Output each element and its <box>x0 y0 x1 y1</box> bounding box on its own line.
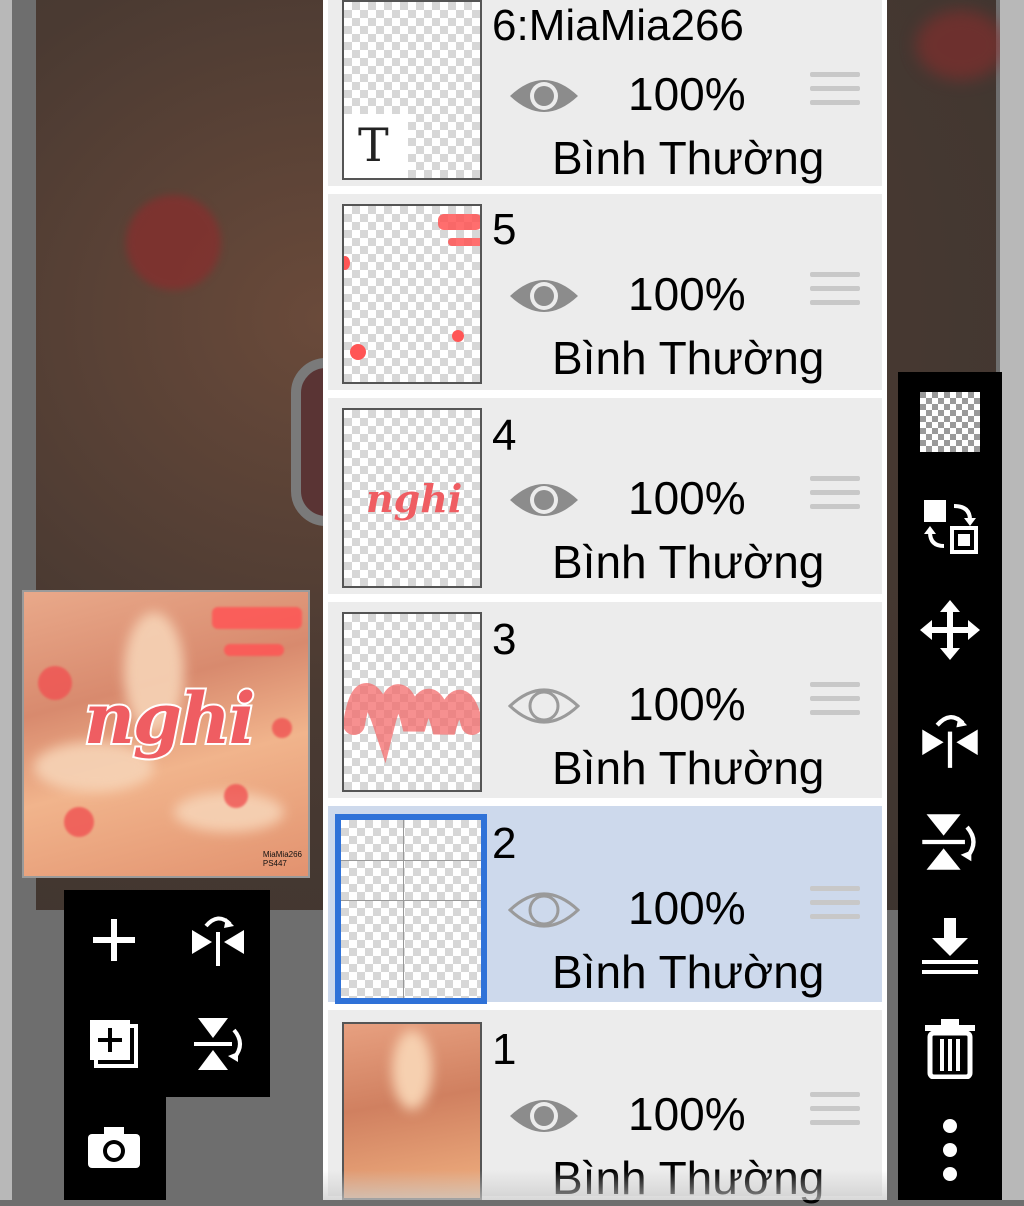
text-layer-icon: T <box>358 118 389 172</box>
layer-panel: T 6:MiaMia266 100% Bình Thường 5 100% Bì… <box>323 0 887 1204</box>
flip-horizontal-icon <box>192 916 244 966</box>
layer-row-selected[interactable]: 2 100% Bình Thường <box>328 806 882 1006</box>
layer-name: 4 <box>492 411 517 460</box>
flip-vertical-button[interactable] <box>168 994 268 1094</box>
add-image-layer-button[interactable] <box>64 994 164 1094</box>
layer-opacity[interactable]: 100% <box>628 1086 746 1142</box>
layer-thumbnail <box>342 204 482 384</box>
eye-icon[interactable] <box>508 474 580 526</box>
left-toolbar <box>64 890 270 1097</box>
flip-horizontal-button[interactable] <box>168 890 268 990</box>
camera-icon <box>88 1127 140 1168</box>
move-button[interactable] <box>898 580 1002 680</box>
drag-handle-icon[interactable] <box>810 1092 860 1134</box>
layer-thumbnail: nghi <box>342 408 482 588</box>
preview-title: nghi <box>82 675 257 762</box>
flip-vertical-button[interactable] <box>898 792 1002 892</box>
more-icon <box>943 1119 957 1181</box>
eye-icon[interactable] <box>508 70 580 122</box>
layer-name: 5 <box>492 205 517 254</box>
layer-opacity[interactable]: 100% <box>628 880 746 936</box>
eye-off-icon[interactable] <box>508 680 580 732</box>
flip-horizontal-button[interactable] <box>898 688 1002 788</box>
layer-opacity[interactable]: 100% <box>628 470 746 526</box>
add-image-layer-icon <box>90 1020 138 1068</box>
red-dot <box>224 784 248 808</box>
layer-thumb-text: nghi <box>366 476 463 521</box>
merge-down-button[interactable] <box>898 896 1002 996</box>
layer-row[interactable]: T 6:MiaMia266 100% Bình Thường <box>328 0 882 190</box>
right-toolbar <box>898 372 1002 1200</box>
scroll-fade <box>323 1170 887 1200</box>
layer-name: 1 <box>492 1025 517 1074</box>
transparency-icon <box>920 392 980 452</box>
transparency-button[interactable] <box>898 372 1002 472</box>
scribble-thumb <box>344 683 480 764</box>
more-options-button[interactable] <box>898 1100 1002 1200</box>
layer-name: 3 <box>492 615 517 664</box>
layer-blend-mode[interactable]: Bình Thường <box>552 944 824 1000</box>
drag-handle-icon[interactable] <box>810 72 860 114</box>
swap-button[interactable] <box>898 476 1002 576</box>
layer-row[interactable]: nghi 4 100% Bình Thường <box>328 398 882 598</box>
layer-blend-mode[interactable]: Bình Thường <box>552 130 824 186</box>
layer-opacity[interactable]: 100% <box>628 66 746 122</box>
canvas-preview[interactable]: nghi MiaMia266 PS447 <box>22 590 310 878</box>
layer-blend-mode[interactable]: Bình Thường <box>552 330 824 386</box>
layer-blend-mode[interactable]: Bình Thường <box>552 534 824 590</box>
layer-opacity[interactable]: 100% <box>628 676 746 732</box>
layer-opacity[interactable]: 100% <box>628 266 746 322</box>
drag-handle-icon[interactable] <box>810 476 860 518</box>
canvas-glow <box>126 195 221 290</box>
flip-horizontal-icon <box>922 715 978 768</box>
drag-handle-icon[interactable] <box>810 682 860 724</box>
layer-name: 2 <box>492 819 517 868</box>
add-layer-icon <box>93 919 135 961</box>
drag-handle-icon[interactable] <box>810 272 860 314</box>
red-dot <box>38 666 72 700</box>
layer-thumbnail <box>335 814 487 1004</box>
merge-down-icon <box>922 918 978 974</box>
screen-edge <box>0 0 12 1200</box>
swap-icon <box>924 500 978 554</box>
trash-icon <box>925 1019 975 1079</box>
red-dot <box>272 718 292 738</box>
screen-edge <box>1000 0 1024 1200</box>
layer-thumbnail <box>342 612 482 792</box>
red-stroke <box>212 607 302 629</box>
red-stroke <box>224 644 284 656</box>
move-icon <box>920 600 980 660</box>
delete-layer-button[interactable] <box>898 998 1002 1098</box>
eye-icon[interactable] <box>508 270 580 322</box>
left-toolbar-extra <box>64 1097 166 1200</box>
drag-handle-icon[interactable] <box>810 886 860 928</box>
layer-blend-mode[interactable]: Bình Thường <box>552 740 824 796</box>
canvas-glow <box>916 10 1006 80</box>
eye-off-icon[interactable] <box>508 884 580 936</box>
flip-vertical-icon <box>194 1018 242 1070</box>
add-layer-button[interactable] <box>64 890 164 990</box>
preview-credit: MiaMia266 PS447 <box>262 850 302 868</box>
layer-name: 6:MiaMia266 <box>492 1 744 50</box>
layer-row[interactable]: 5 100% Bình Thường <box>328 194 882 394</box>
flip-vertical-icon <box>922 814 976 870</box>
layer-row[interactable]: 3 100% Bình Thường <box>328 602 882 802</box>
layer-thumbnail: T <box>342 0 482 180</box>
eye-icon[interactable] <box>508 1090 580 1142</box>
red-dot <box>64 807 94 837</box>
camera-button[interactable] <box>64 1097 164 1197</box>
